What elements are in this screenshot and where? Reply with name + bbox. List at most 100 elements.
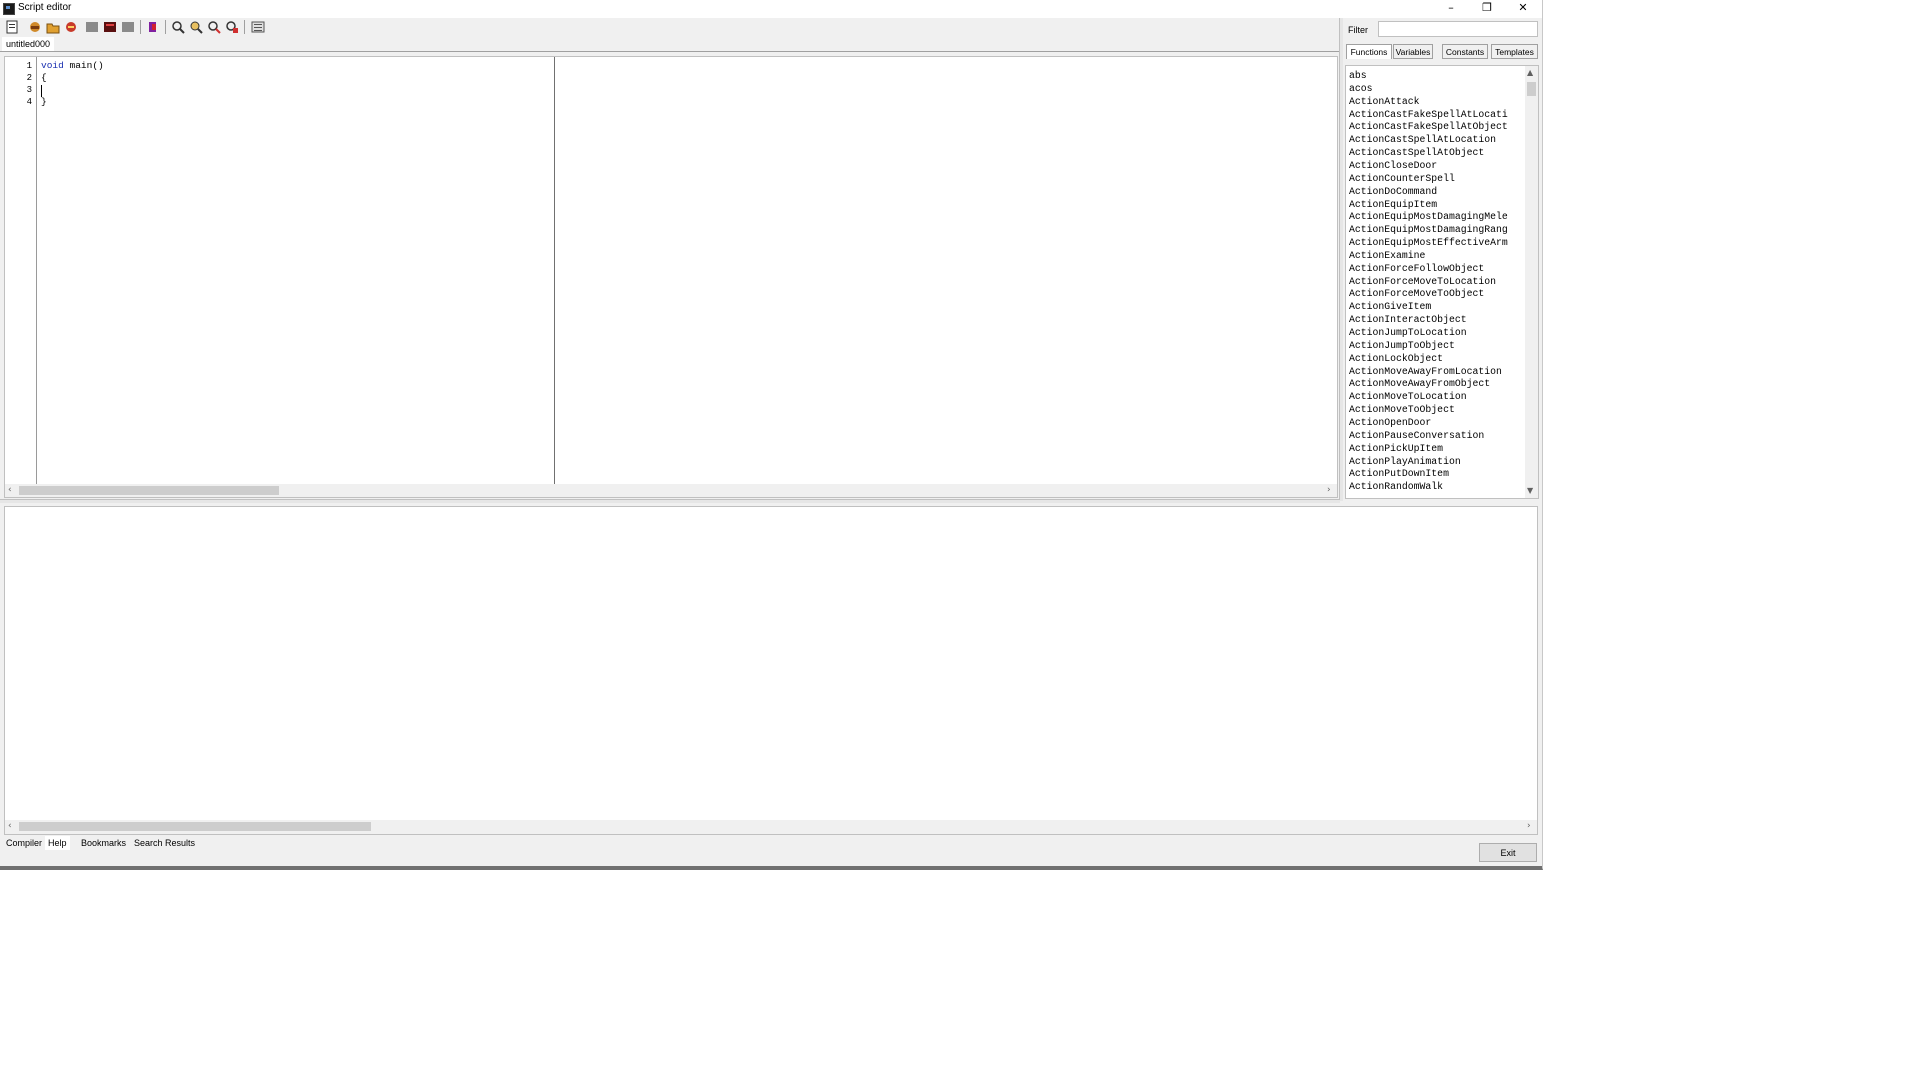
function-list-item[interactable]: ActionCastSpellAtObject xyxy=(1349,146,1484,159)
minimize-button[interactable]: – xyxy=(1434,0,1468,18)
tab-constants[interactable]: Constants xyxy=(1442,44,1488,59)
line-number-gutter: 1 2 3 4 xyxy=(5,57,37,484)
new-icon[interactable] xyxy=(5,20,19,34)
function-list-item[interactable]: ActionForceFollowObject xyxy=(1349,262,1484,275)
function-list-item[interactable]: ActionEquipMostDamagingMele xyxy=(1349,210,1508,223)
line-number: 3 xyxy=(26,85,32,95)
code-keyword: void xyxy=(41,60,64,71)
save-icon[interactable] xyxy=(64,20,78,34)
function-list-item[interactable]: abs xyxy=(1349,69,1367,82)
open-icon[interactable] xyxy=(28,20,42,34)
code-line[interactable]: { xyxy=(41,72,47,84)
function-list-item[interactable]: ActionJumpToLocation xyxy=(1349,326,1467,339)
options-icon[interactable] xyxy=(251,20,265,34)
window-title: Script editor xyxy=(18,2,72,13)
scroll-left-icon[interactable]: ‹ xyxy=(8,484,12,497)
line-number: 2 xyxy=(26,73,32,83)
function-list-item[interactable]: ActionGiveItem xyxy=(1349,300,1431,313)
title-bar[interactable]: Script editor – ❐ ✕ xyxy=(0,0,1542,18)
scroll-right-icon[interactable]: › xyxy=(1327,484,1331,497)
function-list-item[interactable]: ActionCastFakeSpellAtObject xyxy=(1349,120,1508,133)
line-number: 1 xyxy=(26,61,32,71)
code-text: { xyxy=(41,72,47,83)
toolbar xyxy=(0,18,1340,36)
code-line[interactable]: void main() xyxy=(41,60,104,72)
save-as-icon[interactable] xyxy=(85,20,99,34)
function-list-item[interactable]: ActionPlayAnimation xyxy=(1349,455,1461,468)
code-text: } xyxy=(41,96,47,107)
function-list-item[interactable]: ActionForceMoveToLocation xyxy=(1349,275,1496,288)
toolbar-separator xyxy=(140,20,141,34)
function-list-item[interactable]: ActionRandomWalk xyxy=(1349,480,1443,493)
function-list-item[interactable]: ActionDoCommand xyxy=(1349,185,1437,198)
function-list-item[interactable]: ActionEquipMostDamagingRang xyxy=(1349,223,1508,236)
goto-icon[interactable] xyxy=(225,20,239,34)
replace-icon[interactable] xyxy=(207,20,221,34)
function-list-item[interactable]: ActionEquipMostEffectiveArm xyxy=(1349,236,1508,249)
tab-functions[interactable]: Functions xyxy=(1346,44,1392,59)
function-list-item[interactable]: ActionCastFakeSpellAtLocati xyxy=(1349,108,1508,121)
code-editor[interactable]: 1 2 3 4 void main() { } ‹ › xyxy=(4,56,1338,498)
scroll-thumb[interactable] xyxy=(19,486,279,495)
scroll-down-icon[interactable]: ▼ xyxy=(1527,486,1533,495)
function-list-item[interactable]: ActionPickUpItem xyxy=(1349,442,1443,455)
output-panel[interactable]: ‹ › xyxy=(4,506,1538,835)
function-list-item[interactable]: ActionAttack xyxy=(1349,95,1420,108)
function-list-item[interactable]: ActionExamine xyxy=(1349,249,1425,262)
book-icon[interactable] xyxy=(146,20,160,34)
toolbar-separator xyxy=(244,20,245,34)
output-horizontal-scrollbar[interactable]: ‹ › xyxy=(5,820,1537,834)
exit-button[interactable]: Exit xyxy=(1479,843,1537,862)
function-list-item[interactable]: acos xyxy=(1349,82,1373,95)
function-list-item[interactable]: ActionJumpToObject xyxy=(1349,339,1455,352)
function-list-item[interactable]: ActionOpenDoor xyxy=(1349,416,1431,429)
line-number: 4 xyxy=(26,97,32,107)
function-list-item[interactable]: ActionLockObject xyxy=(1349,352,1443,365)
function-list-item[interactable]: ActionMoveAwayFromLocation xyxy=(1349,365,1502,378)
find-icon[interactable] xyxy=(171,20,185,34)
function-list-item[interactable]: ActionCloseDoor xyxy=(1349,159,1437,172)
tab-templates[interactable]: Templates xyxy=(1491,44,1538,59)
horizontal-splitter[interactable] xyxy=(0,499,1340,503)
code-line[interactable]: } xyxy=(41,96,47,108)
vertical-splitter[interactable] xyxy=(1339,18,1343,501)
edge-guide-line xyxy=(554,57,555,484)
scroll-thumb[interactable] xyxy=(19,822,371,831)
compile-icon[interactable] xyxy=(103,20,117,34)
scroll-up-icon[interactable]: ▲ xyxy=(1527,68,1533,77)
app-icon xyxy=(3,3,15,15)
function-list-item[interactable]: ActionForceMoveToObject xyxy=(1349,287,1484,300)
function-list-item[interactable]: ActionMoveToObject xyxy=(1349,403,1455,416)
function-list-item[interactable]: ActionCounterSpell xyxy=(1349,172,1455,185)
scroll-left-icon[interactable]: ‹ xyxy=(8,820,12,833)
save-all-icon[interactable] xyxy=(121,20,135,34)
scroll-thumb[interactable] xyxy=(1527,82,1536,96)
tab-help[interactable]: Help xyxy=(45,836,70,850)
window-bottom-border xyxy=(0,866,1542,868)
toolbar-separator xyxy=(165,20,166,34)
tab-divider xyxy=(0,51,1340,52)
tab-compiler[interactable]: Compiler xyxy=(6,836,42,850)
script-editor-window: Script editor – ❐ ✕ untitled000 1 2 3 4 … xyxy=(0,0,1543,870)
tab-bookmarks[interactable]: Bookmarks xyxy=(81,836,126,850)
function-list-item[interactable]: ActionInteractObject xyxy=(1349,313,1467,326)
scroll-right-icon[interactable]: › xyxy=(1527,820,1531,833)
document-tab[interactable]: untitled000 xyxy=(2,37,54,51)
function-list-item[interactable]: ActionPauseConversation xyxy=(1349,429,1484,442)
function-list-item[interactable]: ActionMoveAwayFromObject xyxy=(1349,377,1490,390)
close-button[interactable]: ✕ xyxy=(1506,0,1540,18)
tab-search-results[interactable]: Search Results xyxy=(134,836,195,850)
function-list-scrollbar[interactable]: ▲ ▼ xyxy=(1525,66,1538,498)
find-next-icon[interactable] xyxy=(189,20,203,34)
filter-input[interactable] xyxy=(1378,21,1538,37)
tab-variables[interactable]: Variables xyxy=(1393,44,1433,59)
function-list-item[interactable]: ActionMoveToLocation xyxy=(1349,390,1467,403)
function-list-item[interactable]: ActionEquipItem xyxy=(1349,198,1437,211)
open-folder-icon[interactable] xyxy=(46,20,60,34)
function-list-item[interactable]: ActionPutDownItem xyxy=(1349,467,1449,480)
filter-label: Filter xyxy=(1348,25,1368,35)
maximize-button[interactable]: ❐ xyxy=(1470,0,1504,18)
function-list[interactable]: ▲ ▼ abs acos ActionAttack ActionCastFakeSpe… xyxy=(1345,65,1539,499)
editor-horizontal-scrollbar[interactable]: ‹ › xyxy=(5,484,1337,497)
function-list-item[interactable]: ActionCastSpellAtLocation xyxy=(1349,133,1496,146)
